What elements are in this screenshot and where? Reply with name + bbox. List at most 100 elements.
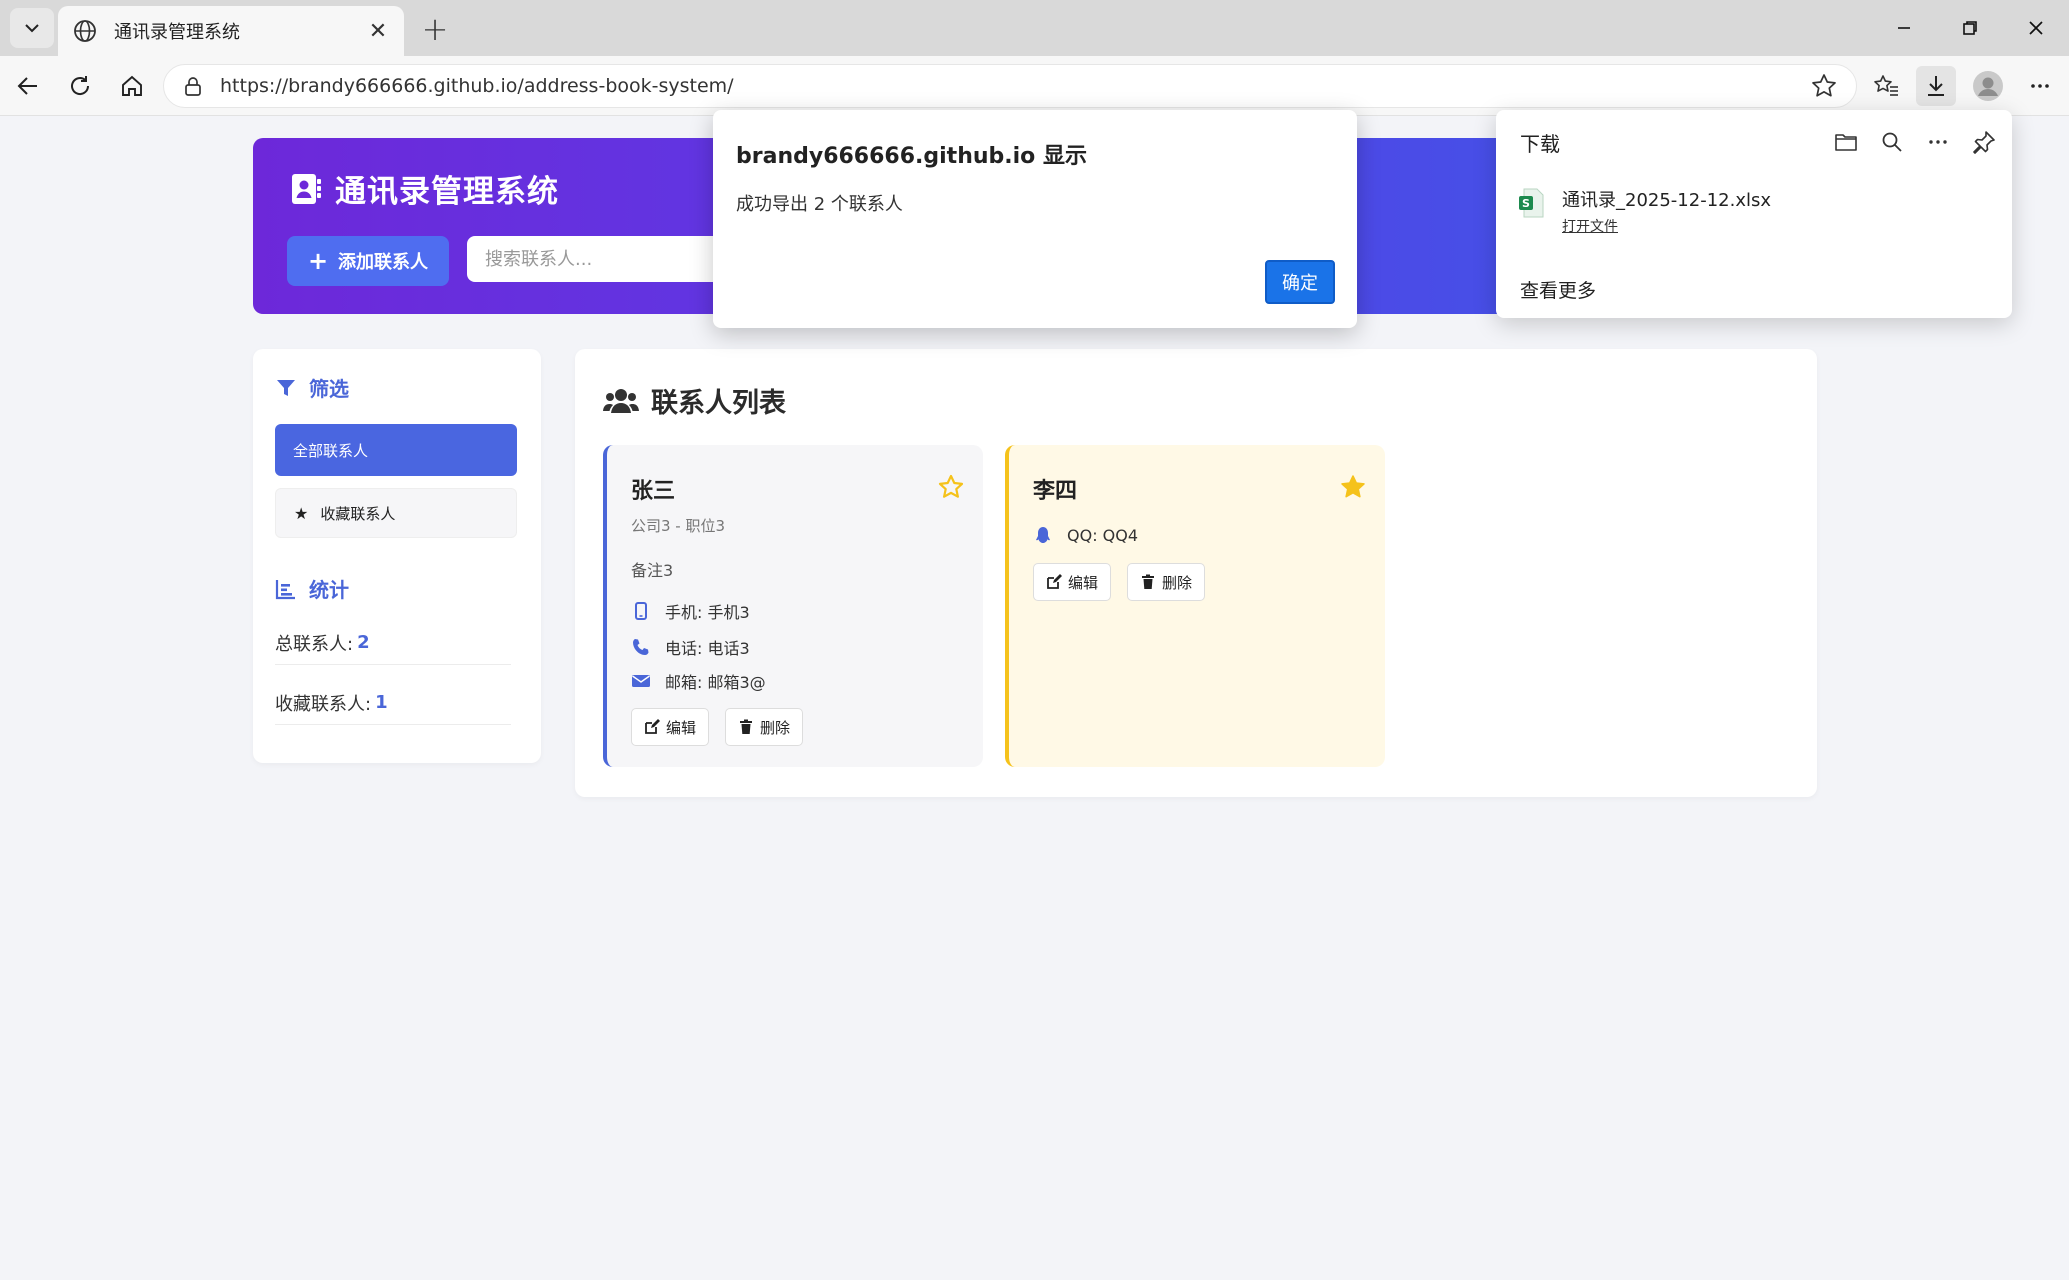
globe-icon bbox=[74, 20, 96, 42]
download-file-name[interactable]: 通讯录_2025-12-12.xlsx bbox=[1562, 186, 1771, 212]
home-button[interactable] bbox=[112, 66, 152, 106]
qq-icon bbox=[1036, 527, 1050, 543]
dialog-ok-button[interactable]: 确定 bbox=[1265, 260, 1335, 304]
download-icon bbox=[1928, 76, 1944, 96]
open-file-link[interactable]: 打开文件 bbox=[1562, 216, 1618, 236]
reload-button[interactable] bbox=[60, 66, 100, 106]
filter-favorite-label: 收藏联系人 bbox=[320, 504, 396, 523]
back-arrow-icon bbox=[17, 77, 37, 95]
alert-dialog: brandy666666.github.io 显示 成功导出 2 个联系人 确定 bbox=[713, 110, 1357, 328]
pin-downloads-button[interactable] bbox=[1968, 126, 2000, 158]
back-button[interactable] bbox=[8, 66, 48, 106]
search-downloads-button[interactable] bbox=[1876, 126, 1908, 158]
sidebar: 筛选 全部联系人 ★ 收藏联系人 统计 总联系人: 2 收藏联系人: 1 bbox=[253, 349, 541, 763]
phone-icon bbox=[633, 639, 649, 655]
bar-chart-icon bbox=[275, 579, 295, 599]
open-downloads-folder-button[interactable] bbox=[1830, 126, 1862, 158]
delete-label: 删除 bbox=[1162, 573, 1193, 592]
stat-favorite-contacts: 收藏联系人: 1 bbox=[275, 681, 511, 725]
star-filled-icon[interactable] bbox=[1339, 473, 1367, 501]
browser-tab-bar: 通讯录管理系统 ✕ + bbox=[0, 0, 2069, 56]
delete-button[interactable]: 删除 bbox=[1127, 563, 1206, 601]
window-restore-button[interactable] bbox=[1948, 8, 1992, 48]
contact-name: 李四 bbox=[1033, 479, 1078, 504]
stat-value: 1 bbox=[375, 692, 388, 713]
star-outline-icon[interactable] bbox=[937, 473, 965, 501]
filter-heading: 筛选 bbox=[275, 373, 349, 402]
new-tab-button[interactable]: + bbox=[416, 10, 454, 48]
close-icon bbox=[2029, 21, 2043, 35]
filter-favorite-contacts[interactable]: ★ 收藏联系人 bbox=[275, 488, 517, 538]
stats-heading-text: 统计 bbox=[309, 578, 349, 602]
app-title: 通讯录管理系统 bbox=[289, 166, 559, 211]
minimize-icon bbox=[1898, 27, 1910, 29]
downloads-title: 下载 bbox=[1520, 132, 1560, 156]
trash-icon bbox=[1142, 574, 1154, 589]
window-minimize-button[interactable] bbox=[1882, 8, 1926, 48]
favorites-list-icon bbox=[1874, 75, 1898, 96]
add-contact-label: 添加联系人 bbox=[338, 252, 429, 273]
contact-card: 李四 QQ: QQ4 编辑 删除 bbox=[1005, 445, 1385, 767]
contact-card: 张三 公司3 - 职位3 备注3 手机: 手机3 电话: 电话3 邮箱: 邮箱3… bbox=[603, 445, 983, 767]
tab-title: 通讯录管理系统 bbox=[114, 22, 240, 43]
trash-icon bbox=[740, 719, 752, 734]
pin-icon bbox=[1973, 131, 1995, 154]
contact-mobile: 手机: 手机3 bbox=[631, 599, 750, 623]
delete-label: 删除 bbox=[760, 718, 791, 737]
contact-qq-text: QQ: QQ4 bbox=[1067, 525, 1139, 545]
favorite-star-icon[interactable] bbox=[1810, 72, 1838, 100]
see-more-downloads-link[interactable]: 查看更多 bbox=[1520, 276, 1596, 303]
contact-list-title: 联系人列表 bbox=[603, 381, 786, 420]
filter-icon bbox=[277, 379, 295, 396]
stat-value: 2 bbox=[357, 632, 370, 653]
more-horizontal-icon bbox=[2031, 84, 2049, 88]
downloads-button[interactable] bbox=[1916, 66, 1956, 106]
contact-company: 公司3 - 职位3 bbox=[631, 517, 726, 535]
tab-list-button[interactable] bbox=[10, 8, 54, 48]
search-icon bbox=[1882, 132, 1902, 152]
contact-qq: QQ: QQ4 bbox=[1033, 525, 1138, 545]
stat-label: 收藏联系人: bbox=[275, 693, 372, 715]
url-text[interactable]: https://brandy666666.github.io/address-b… bbox=[220, 75, 1810, 97]
edit-label: 编辑 bbox=[666, 718, 697, 737]
folder-icon bbox=[1835, 134, 1857, 151]
contact-phone: 电话: 电话3 bbox=[631, 635, 750, 659]
tab-close-icon[interactable]: ✕ bbox=[366, 19, 390, 44]
envelope-icon bbox=[632, 675, 650, 687]
filter-all-contacts[interactable]: 全部联系人 bbox=[275, 424, 517, 476]
address-bar[interactable]: https://brandy666666.github.io/address-b… bbox=[163, 64, 1857, 108]
delete-button[interactable]: 删除 bbox=[725, 708, 804, 746]
browser-menu-button[interactable] bbox=[2020, 66, 2060, 106]
lock-icon[interactable] bbox=[182, 75, 204, 97]
contact-mobile-text: 手机: 手机3 bbox=[665, 603, 750, 622]
downloads-panel: 下载 S 通讯录_2025-12-12.xlsx 打开文件 查看更多 bbox=[1496, 110, 2012, 318]
avatar-icon bbox=[1973, 71, 2003, 101]
dialog-message: 成功导出 2 个联系人 bbox=[736, 194, 903, 215]
downloads-more-button[interactable] bbox=[1922, 126, 1954, 158]
chevron-down-icon bbox=[25, 24, 39, 33]
stat-label: 总联系人: bbox=[275, 633, 354, 655]
window-close-button[interactable] bbox=[2014, 8, 2058, 48]
edit-button[interactable]: 编辑 bbox=[631, 708, 710, 746]
profile-button[interactable] bbox=[1968, 66, 2008, 106]
excel-file-icon: S bbox=[1519, 188, 1544, 218]
edit-button[interactable]: 编辑 bbox=[1033, 563, 1112, 601]
contact-phone-text: 电话: 电话3 bbox=[665, 639, 750, 658]
plus-icon: + bbox=[307, 247, 329, 275]
browser-toolbar: https://brandy666666.github.io/address-b… bbox=[0, 56, 2069, 116]
contact-email: 邮箱: 邮箱3@ bbox=[631, 669, 766, 693]
add-contact-button[interactable]: + 添加联系人 bbox=[287, 236, 449, 286]
contact-note: 备注3 bbox=[631, 561, 674, 580]
address-book-icon bbox=[292, 173, 321, 204]
favorites-button[interactable] bbox=[1866, 66, 1906, 106]
edit-label: 编辑 bbox=[1068, 573, 1099, 592]
browser-tab-active[interactable]: 通讯录管理系统 ✕ bbox=[58, 6, 404, 56]
stat-total-contacts: 总联系人: 2 bbox=[275, 621, 511, 665]
edit-icon bbox=[645, 719, 660, 734]
mobile-phone-icon bbox=[635, 602, 647, 620]
contact-name: 张三 bbox=[631, 479, 676, 504]
contact-email-text: 邮箱: 邮箱3@ bbox=[665, 673, 766, 692]
stats-heading: 统计 bbox=[275, 574, 349, 603]
star-icon: ★ bbox=[294, 503, 309, 523]
users-icon bbox=[603, 388, 639, 413]
